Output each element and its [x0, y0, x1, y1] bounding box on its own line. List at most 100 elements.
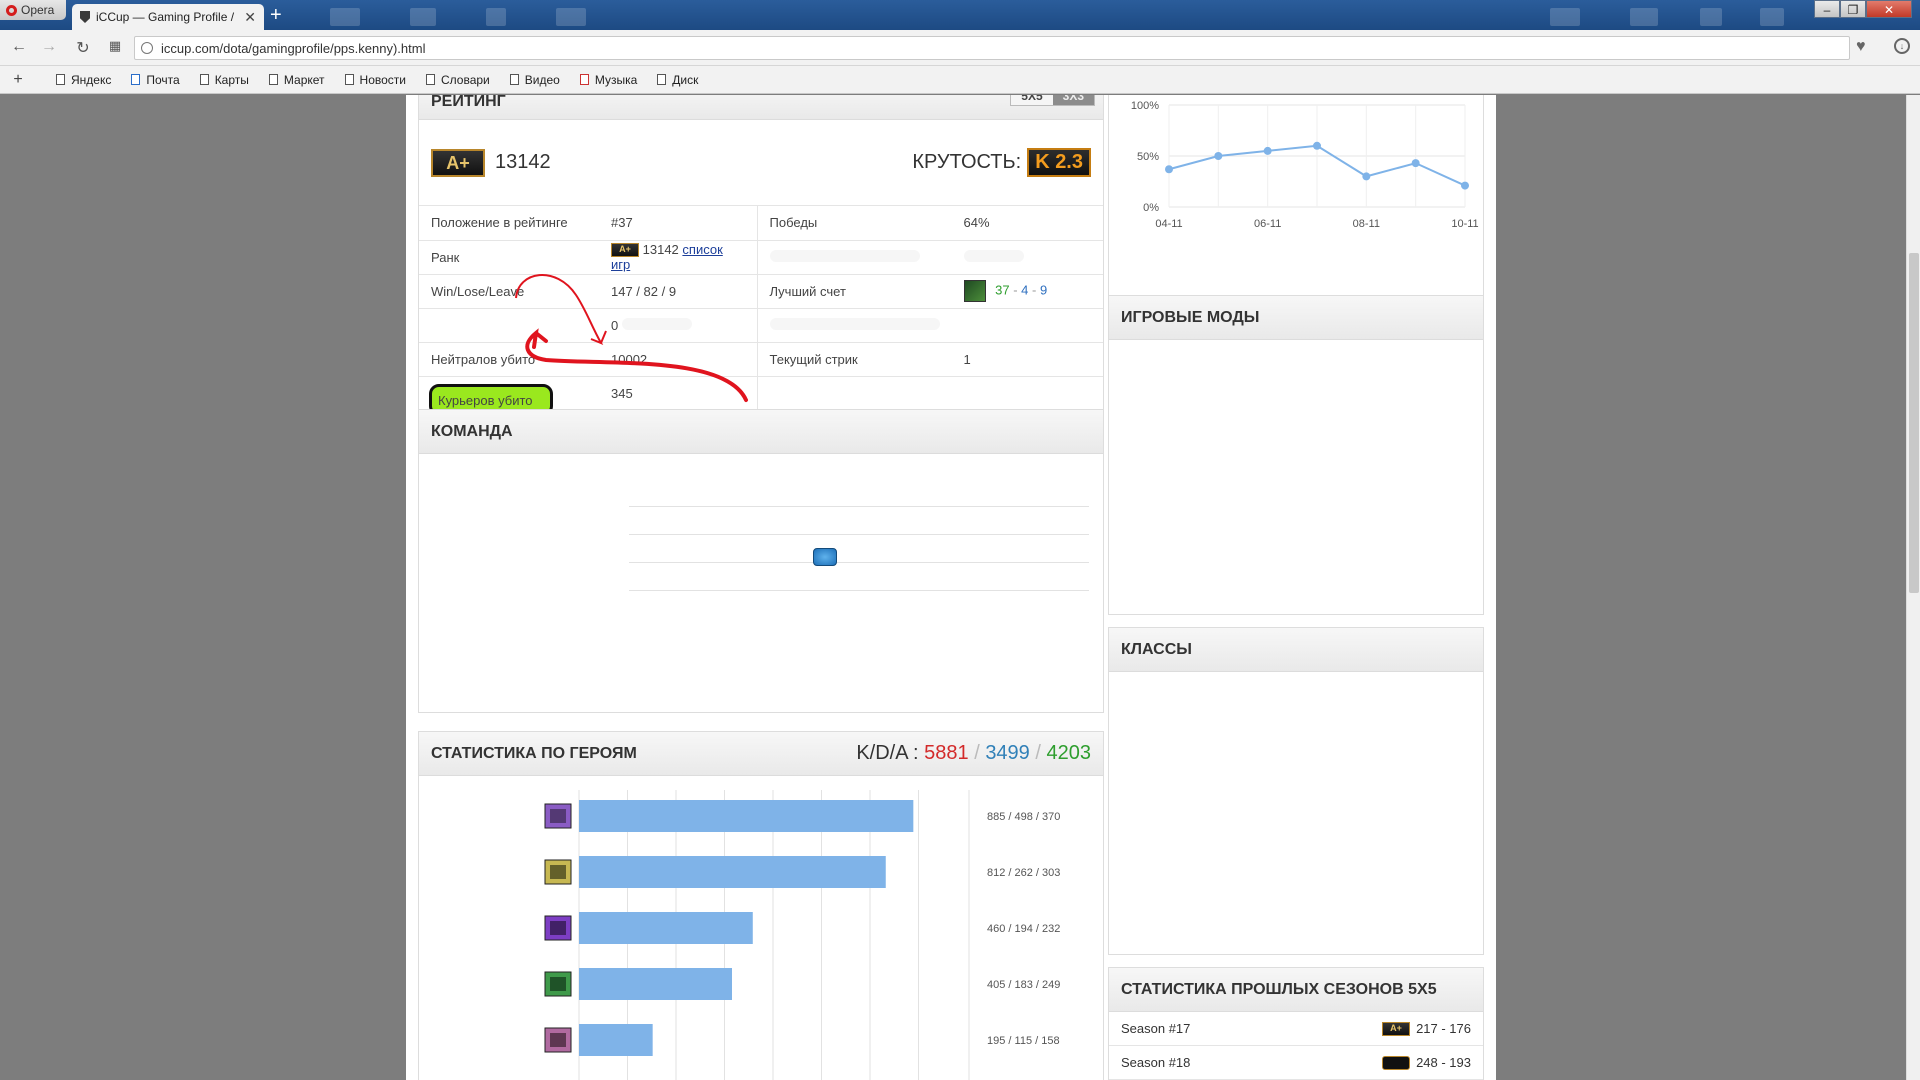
taskbar-ghost-icon — [486, 8, 506, 26]
forward-icon[interactable]: → — [38, 38, 60, 56]
team-divider — [629, 590, 1089, 591]
hero-stats-panel: СТАТИСТИКА ПО ГЕРОЯМ K/D/A : 5881 / 3499… — [418, 731, 1104, 1080]
bookmark-item[interactable]: Словари — [425, 73, 490, 87]
trend-point — [1313, 141, 1321, 150]
bookmark-item[interactable]: Новости — [344, 72, 406, 87]
stat-label: Win/Lose/Leave — [419, 274, 599, 309]
bookmark-item[interactable]: Диск — [657, 73, 698, 87]
bookmark-page-icon — [509, 74, 519, 85]
trend-x-tick: 06-11 — [1254, 218, 1281, 230]
trend-point — [1263, 146, 1272, 155]
season-rank-badge: A+ — [1382, 1021, 1411, 1036]
bookmark-label: Диск — [672, 72, 699, 87]
bookmark-label: Новости — [359, 72, 406, 87]
kda-kills: 5881 — [924, 742, 969, 764]
trend-y-tick: 0% — [1143, 202, 1159, 214]
bookmark-page-icon — [657, 74, 667, 85]
hero-bar-chart: 885 / 498 / 370 812 / 262 / 303 460 / 194 … — [544, 790, 1060, 1080]
stat-value: 0 — [599, 308, 758, 343]
trend-point — [1362, 172, 1371, 181]
stat-label: Нейтралов убито — [419, 342, 599, 377]
trend-y-tick: 50% — [1137, 151, 1159, 163]
bookmark-mail-icon — [131, 74, 141, 85]
rating-header: РЕЙТИНГ 5x5 3x3 — [419, 95, 1103, 120]
team-title: КОМАНДА — [431, 422, 513, 440]
stat-value: 64% — [951, 206, 1103, 241]
classes-panel: КЛАССЫ — [1108, 627, 1484, 955]
mode-toggle[interactable]: 5x5 3x3 — [1010, 95, 1095, 106]
browser-tab-active[interactable]: iCCup — Gaming Profile / ✕ — [72, 4, 264, 30]
season-goggles-badge-icon — [1382, 1055, 1411, 1070]
bookmark-page-icon — [199, 74, 209, 85]
maximize-button[interactable]: ❐ — [1840, 0, 1866, 18]
hero-kda-label: 460 / 194 / 232 — [987, 923, 1060, 935]
team-panel: КОМАНДА — [418, 409, 1104, 713]
team-divider — [629, 562, 1089, 563]
bookmark-label: Карты — [214, 72, 249, 87]
stat-value — [951, 376, 1103, 411]
new-tab-button[interactable]: + — [270, 5, 282, 25]
rank-badge-small: A+ — [611, 243, 639, 258]
skill-rating: КРУТОСТЬ: K 2.3 — [912, 148, 1091, 177]
stat-label: Текущий стрик — [757, 342, 952, 377]
stat-value-redacted — [951, 240, 1103, 275]
hero-portrait-detail — [550, 809, 566, 823]
bookmark-item[interactable]: Музыка — [579, 73, 637, 87]
bookmark-item[interactable]: Маркет — [268, 73, 325, 87]
season-row: Season #18 248 - 193 — [1109, 1046, 1483, 1080]
bookmark-item[interactable]: Яндекс — [56, 73, 111, 87]
trend-y-tick: 100% — [1131, 100, 1159, 112]
minimize-button[interactable]: – — [1814, 0, 1840, 18]
game-modes-header: ИГРОВЫЕ МОДЫ — [1109, 296, 1483, 340]
page-viewport: РЕЙТИНГ 5x5 3x3 A+ 13142 КРУТОСТЬ: K 2.3… — [0, 95, 1906, 1080]
hero-portrait-detail — [550, 1033, 566, 1047]
mode-3x3-tab[interactable]: 3x3 — [1052, 95, 1094, 105]
season-name: Season #17 — [1121, 1021, 1191, 1036]
bookmark-item[interactable]: Видео — [509, 73, 560, 87]
bookmark-page-icon — [268, 74, 278, 85]
trend-x-tick: 08-11 — [1353, 218, 1380, 230]
stat-label — [757, 376, 952, 411]
hero-bar — [579, 968, 732, 1000]
download-icon[interactable]: ↓ — [1894, 38, 1910, 54]
vertical-scrollbar[interactable] — [1906, 95, 1920, 1080]
hero-kda-label: 885 / 498 / 370 — [987, 811, 1060, 823]
scrollbar-thumb[interactable] — [1909, 253, 1919, 593]
stat-value: #37 — [599, 206, 758, 241]
add-bookmark-button[interactable]: + — [0, 71, 36, 89]
team-logo-icon[interactable] — [813, 548, 837, 566]
reload-icon[interactable]: ↻ — [72, 38, 94, 58]
taskbar-ghost-icon — [1760, 8, 1784, 26]
rank-badge: A+ — [431, 148, 485, 177]
speed-dial-icon[interactable]: ▦ — [104, 38, 126, 54]
game-modes-title: ИГРОВЫЕ МОДЫ — [1121, 308, 1260, 326]
stat-value: 1 — [951, 342, 1103, 377]
past-seasons-header: СТАТИСТИКА ПРОШЛЫХ СЕЗОНОВ 5X5 — [1109, 968, 1483, 1012]
team-divider — [629, 534, 1089, 535]
opera-menu-button[interactable]: Opera — [0, 0, 66, 20]
bookmark-item[interactable]: Почта — [131, 73, 180, 87]
stash-heart-icon[interactable]: ♥ — [1856, 38, 1866, 56]
kda-deaths: 3499 — [985, 742, 1030, 764]
kda-assists: 4203 — [1046, 742, 1092, 764]
address-bar[interactable]: iccup.com/dota/gamingprofile/pps.kenny).… — [134, 36, 1850, 60]
close-window-button[interactable]: ✕ — [1866, 0, 1912, 18]
hero-portrait-icon — [963, 280, 986, 302]
stat-label-redacted — [757, 308, 952, 343]
season-result: 217 - 176 — [1416, 1021, 1471, 1036]
taskbar-ghost-icon — [1550, 8, 1580, 26]
bookmark-page-icon — [425, 74, 435, 85]
trend-point — [1411, 159, 1420, 168]
stat-value: 147 / 82 / 9 — [599, 274, 758, 309]
back-icon[interactable]: ← — [8, 38, 30, 56]
best-deaths: 4 — [1021, 282, 1029, 298]
trend-point — [1214, 152, 1223, 160]
trend-x-tick: 10-11 — [1451, 218, 1478, 230]
profile-content: РЕЙТИНГ 5x5 3x3 A+ 13142 КРУТОСТЬ: K 2.3… — [406, 95, 1496, 1080]
bookmark-item[interactable]: Карты — [199, 72, 249, 87]
taskbar-ghost-icon — [410, 8, 436, 26]
hero-kda-label: 405 / 183 / 249 — [987, 979, 1060, 991]
tab-close-icon[interactable]: ✕ — [244, 9, 256, 26]
taskbar-ghost-icon — [556, 8, 586, 26]
mode-5x5-tab[interactable]: 5x5 — [1011, 95, 1053, 105]
